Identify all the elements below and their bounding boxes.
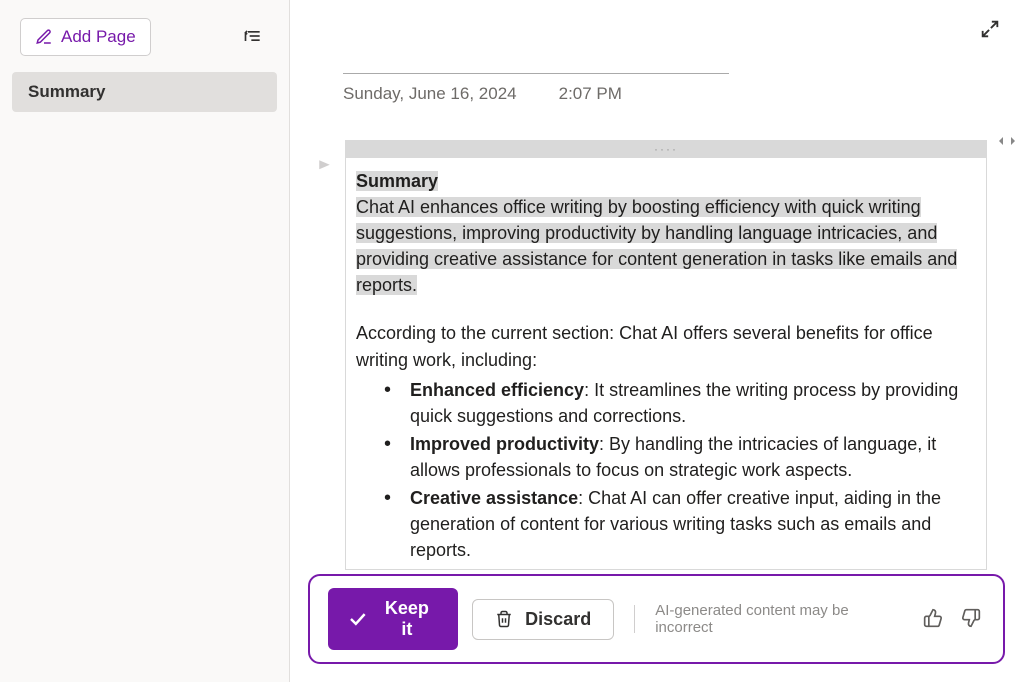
bullet-title: Improved productivity	[410, 434, 599, 454]
main-area: Sunday, June 16, 2024 2:07 PM ···· Summa…	[290, 0, 1023, 682]
add-page-icon	[35, 28, 53, 46]
divider	[634, 605, 635, 633]
add-page-button[interactable]: Add Page	[20, 18, 151, 56]
ai-action-bar: Keep it Discard AI-generated content may…	[308, 574, 1005, 664]
add-page-label: Add Page	[61, 27, 136, 47]
check-icon	[350, 612, 366, 626]
sort-icon	[243, 26, 263, 46]
thumbs-up-button[interactable]	[919, 604, 947, 635]
trash-icon	[495, 610, 513, 628]
note-date: Sunday, June 16, 2024	[343, 84, 517, 104]
keep-label: Keep it	[378, 598, 437, 640]
summary-heading: Summary	[356, 171, 438, 191]
feedback-group	[919, 604, 985, 635]
discard-button[interactable]: Discard	[472, 599, 614, 640]
content-wrap: ···· Summary Chat AI enhances office wri…	[310, 140, 1023, 570]
bullet-title: Creative assistance	[410, 488, 578, 508]
sidebar-top: Add Page	[12, 18, 277, 56]
sidebar: Add Page Summary	[0, 0, 290, 682]
arrow-right-icon[interactable]	[1007, 136, 1017, 146]
note-header: Sunday, June 16, 2024 2:07 PM	[290, 0, 1023, 104]
container-scroll-arrows	[997, 136, 1017, 146]
ai-disclaimer: AI-generated content may be incorrect	[655, 602, 905, 636]
list-item: Enhanced efficiency: It streamlines the …	[392, 377, 976, 429]
thumbs-down-button[interactable]	[957, 604, 985, 635]
note-title-input[interactable]	[343, 44, 729, 74]
bullet-list: Enhanced efficiency: It streamlines the …	[356, 377, 976, 564]
list-item: Improved productivity: By handling the i…	[392, 431, 976, 483]
discard-label: Discard	[525, 609, 591, 630]
note-tag-icon[interactable]	[317, 158, 335, 181]
expand-button[interactable]	[979, 18, 1001, 43]
drag-handle[interactable]: ····	[345, 140, 987, 158]
note-content[interactable]: Summary Chat AI enhances office writing …	[345, 158, 987, 570]
page-item-label: Summary	[28, 82, 105, 101]
keep-button[interactable]: Keep it	[328, 588, 458, 650]
bullet-title: Enhanced efficiency	[410, 380, 584, 400]
thumbs-up-icon	[923, 608, 943, 628]
sidebar-item-summary[interactable]: Summary	[12, 72, 277, 112]
summary-body: Chat AI enhances office writing by boost…	[356, 197, 957, 295]
sort-button[interactable]	[237, 20, 269, 55]
note-time: 2:07 PM	[559, 84, 622, 104]
expand-icon	[979, 18, 1001, 40]
thumbs-down-icon	[961, 608, 981, 628]
list-item: Creative assistance: Chat AI can offer c…	[392, 485, 976, 563]
note-dateline: Sunday, June 16, 2024 2:07 PM	[343, 84, 1023, 104]
section-intro: According to the current section: Chat A…	[356, 320, 976, 372]
arrow-left-icon[interactable]	[997, 136, 1007, 146]
